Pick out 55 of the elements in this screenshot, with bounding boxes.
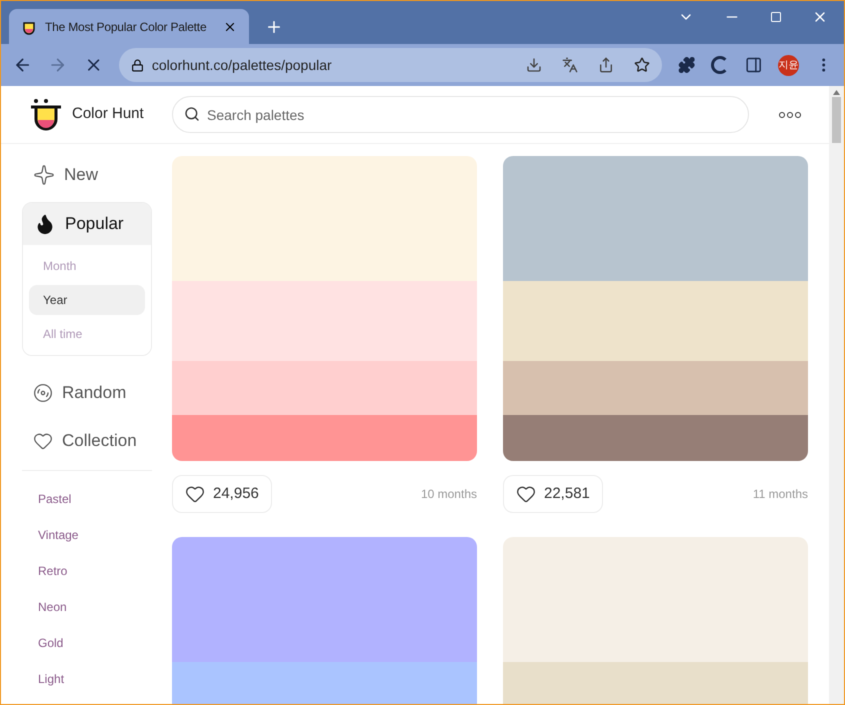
tag-link[interactable]: Light bbox=[22, 661, 152, 697]
heart-icon bbox=[185, 484, 205, 504]
tag-link[interactable]: Pastel bbox=[22, 481, 152, 517]
tag-link[interactable]: Retro bbox=[22, 553, 152, 589]
url-text: colorhunt.co/palettes/popular bbox=[152, 56, 333, 75]
profile-avatar[interactable]: 지윤 bbox=[778, 54, 799, 76]
new-tab-icon[interactable] bbox=[265, 18, 283, 36]
tag-link[interactable]: Neon bbox=[22, 589, 152, 625]
palette-swatch[interactable] bbox=[172, 537, 477, 704]
search-icon bbox=[184, 106, 200, 122]
star-icon[interactable] bbox=[634, 57, 650, 73]
scrollbar-thumb[interactable] bbox=[832, 97, 841, 143]
logo-icon bbox=[30, 98, 62, 132]
color-band[interactable] bbox=[172, 156, 477, 281]
logo-text[interactable]: Color Hunt bbox=[72, 103, 144, 126]
extensions-icon[interactable] bbox=[678, 56, 696, 74]
period-option[interactable]: Year bbox=[29, 285, 145, 315]
heart-icon bbox=[33, 431, 53, 451]
search-field[interactable]: Search palettes bbox=[172, 96, 749, 133]
color-band[interactable] bbox=[172, 415, 477, 461]
scrollbar[interactable] bbox=[829, 86, 844, 704]
nav-item[interactable]: Random bbox=[22, 372, 152, 414]
color-band[interactable] bbox=[503, 415, 808, 461]
address-bar[interactable]: colorhunt.co/palettes/popular bbox=[118, 48, 662, 82]
color-band[interactable] bbox=[172, 281, 477, 361]
color-band[interactable] bbox=[503, 537, 808, 662]
like-button[interactable]: 24,956 bbox=[172, 475, 272, 513]
lock-icon bbox=[130, 58, 144, 72]
palette-age: 10 months bbox=[420, 486, 477, 503]
nav-item[interactable]: Popular bbox=[23, 203, 151, 245]
heart-icon bbox=[516, 484, 536, 504]
sparkle-icon bbox=[33, 164, 55, 186]
nav-item[interactable]: Collection bbox=[22, 420, 152, 462]
tag-link[interactable]: Gold bbox=[22, 625, 152, 661]
more-icon[interactable] bbox=[779, 112, 801, 118]
color-band[interactable] bbox=[503, 281, 808, 361]
share-icon[interactable] bbox=[598, 57, 614, 73]
tab-title: The Most Popular Color Palette bbox=[45, 18, 208, 36]
maximize-icon[interactable] bbox=[770, 11, 782, 23]
side-panel-icon[interactable] bbox=[745, 56, 762, 74]
browser-tab[interactable]: The Most Popular Color Palette bbox=[9, 9, 249, 44]
install-icon[interactable] bbox=[526, 57, 542, 73]
color-band[interactable] bbox=[503, 361, 808, 415]
palette-age: 11 months bbox=[752, 486, 808, 503]
nav-item[interactable]: New bbox=[22, 154, 152, 196]
tag-link[interactable]: Vintage bbox=[22, 517, 152, 553]
color-band[interactable] bbox=[172, 361, 477, 415]
translate-icon[interactable] bbox=[562, 57, 578, 73]
palette-swatch[interactable] bbox=[172, 156, 477, 461]
palette-swatch[interactable] bbox=[503, 156, 808, 461]
color-band[interactable] bbox=[172, 537, 477, 662]
scroll-up-icon[interactable] bbox=[833, 90, 840, 95]
like-button[interactable]: 22,581 bbox=[503, 475, 603, 513]
color-band[interactable] bbox=[503, 156, 808, 281]
palette-swatch[interactable] bbox=[503, 537, 808, 704]
